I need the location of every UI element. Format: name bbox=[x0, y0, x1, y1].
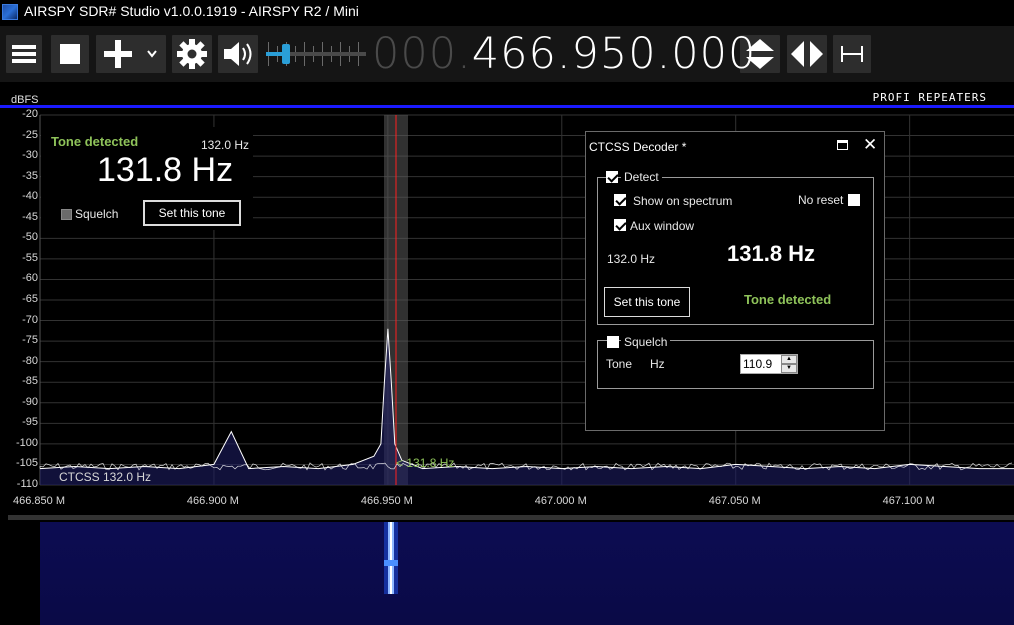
frequency-display[interactable]: 000.466.950.000 bbox=[372, 27, 756, 81]
stepper-up-icon[interactable]: ▲ bbox=[781, 355, 797, 364]
x-tick-label: 466.850 M bbox=[13, 495, 65, 507]
waterfall-splitter[interactable] bbox=[8, 515, 1014, 520]
waterfall-panel[interactable] bbox=[0, 515, 1014, 625]
detect-label: Detect bbox=[621, 170, 662, 184]
x-tick-label: 466.950 M bbox=[360, 495, 413, 507]
y-tick-label: -20 bbox=[22, 108, 38, 120]
y-axis-label: dBFS bbox=[11, 94, 39, 106]
chevron-down-icon bbox=[147, 50, 157, 58]
squelch-label: Squelch bbox=[621, 335, 671, 349]
ctcss-overlay-label: CTCSS 132.0 Hz bbox=[59, 470, 152, 484]
hamburger-icon bbox=[12, 45, 36, 63]
aux-set-tone-button[interactable]: Set this tone bbox=[143, 200, 241, 226]
decoder-detected-tone: 131.8 Hz bbox=[727, 241, 816, 266]
show-on-spectrum-label: Show on spectrum bbox=[633, 194, 733, 208]
y-tick-label: -80 bbox=[22, 354, 38, 367]
speaker-icon bbox=[224, 42, 252, 66]
tone-stepper[interactable]: ▲ ▼ bbox=[781, 355, 797, 373]
y-tick-label: -35 bbox=[22, 169, 38, 182]
y-tick-label: -55 bbox=[22, 251, 38, 264]
stepper-down-icon[interactable]: ▼ bbox=[781, 364, 797, 373]
aux-window-label: Aux window bbox=[630, 219, 695, 233]
x-tick-label: 467.050 M bbox=[708, 495, 761, 507]
y-tick-label: -60 bbox=[22, 272, 38, 285]
squelch-checkbox[interactable] bbox=[607, 336, 619, 348]
window-title: AIRSPY SDR# Studio v1.0.0.1919 - AIRSPY … bbox=[24, 3, 359, 19]
y-tick-label: -85 bbox=[22, 375, 38, 388]
settings-button[interactable] bbox=[172, 35, 212, 73]
title-bar: AIRSPY SDR# Studio v1.0.0.1919 - AIRSPY … bbox=[0, 0, 1014, 26]
stop-button[interactable] bbox=[51, 35, 89, 73]
stop-icon bbox=[60, 44, 80, 64]
show-on-spectrum-checkbox[interactable] bbox=[614, 194, 626, 206]
y-tick-label: -90 bbox=[22, 395, 38, 408]
y-tick-label: -45 bbox=[22, 210, 38, 223]
y-tick-label: -30 bbox=[22, 149, 38, 162]
y-tick-label: -95 bbox=[22, 416, 38, 429]
volume-knob bbox=[282, 44, 290, 64]
ctcss-aux-window: Tone detected 132.0 Hz 131.8 Hz Squelch … bbox=[41, 127, 253, 230]
volume-slider[interactable] bbox=[262, 26, 372, 82]
aux-squelch-checkbox[interactable] bbox=[61, 209, 72, 220]
x-tick-label: 466.900 M bbox=[186, 495, 239, 507]
tune-button[interactable] bbox=[787, 35, 827, 73]
band-plan-label: PROFI REPEATERS bbox=[872, 91, 987, 104]
y-tick-label: -110 bbox=[16, 478, 38, 490]
decoder-set-tone-button[interactable]: Set this tone bbox=[604, 287, 690, 317]
waterfall-display bbox=[40, 522, 1014, 625]
decoder-title: CTCSS Decoder * bbox=[589, 140, 687, 154]
decoder-tone-status: Tone detected bbox=[744, 292, 832, 307]
y-tick-label: -100 bbox=[15, 436, 38, 449]
plus-icon bbox=[104, 40, 157, 68]
x-tick-label: 467.000 M bbox=[534, 495, 587, 507]
span-width-icon bbox=[841, 46, 863, 62]
y-tick-label: -70 bbox=[22, 313, 38, 326]
span-button[interactable] bbox=[833, 35, 871, 73]
frequency-value: 466.950.000 bbox=[471, 29, 757, 79]
gear-icon bbox=[177, 39, 207, 69]
y-tick-label: -40 bbox=[22, 190, 38, 203]
y-tick-label: -75 bbox=[22, 334, 38, 347]
tone-label: Tone bbox=[606, 357, 633, 371]
no-reset-label: No reset bbox=[798, 193, 844, 207]
decoder-nominal-tone: 132.0 Hz bbox=[607, 252, 656, 266]
y-tick-label: -65 bbox=[22, 293, 38, 305]
aux-detected-tone: 131.8 Hz bbox=[97, 151, 234, 189]
aux-window-checkbox[interactable] bbox=[614, 219, 626, 231]
no-reset-checkbox[interactable] bbox=[848, 194, 860, 206]
aux-nominal-tone: 132.0 Hz bbox=[201, 138, 250, 152]
detect-checkbox[interactable] bbox=[606, 171, 618, 183]
top-accent-bar bbox=[0, 105, 1014, 108]
y-tick-label: -50 bbox=[22, 231, 38, 244]
frequency-prefix: 000. bbox=[372, 29, 472, 79]
ctcss-decoder-window: CTCSS Decoder * ✕ Detect Show on spectru… bbox=[585, 131, 885, 431]
peak-tone-label: < 131.8 Hz bbox=[396, 456, 455, 470]
y-tick-label: -25 bbox=[22, 128, 38, 141]
y-tick-label: -105 bbox=[15, 457, 38, 470]
hz-label: Hz bbox=[650, 357, 665, 371]
add-button[interactable] bbox=[96, 35, 166, 73]
app-icon bbox=[2, 4, 18, 20]
left-right-arrows-icon bbox=[791, 41, 823, 67]
menu-button[interactable] bbox=[6, 35, 42, 73]
x-tick-label: 467.100 M bbox=[882, 495, 935, 507]
aux-squelch-label: Squelch bbox=[75, 207, 119, 221]
close-icon[interactable]: ✕ bbox=[863, 135, 877, 155]
maximize-icon[interactable] bbox=[837, 140, 848, 150]
audio-button[interactable] bbox=[218, 35, 258, 73]
aux-tone-status: Tone detected bbox=[51, 134, 139, 149]
